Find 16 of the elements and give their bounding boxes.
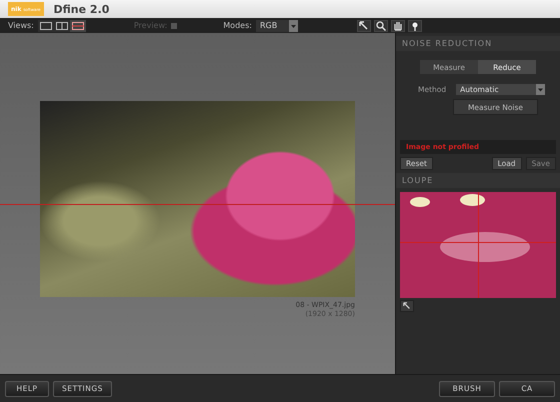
pointer-icon[interactable] (357, 20, 372, 32)
panel-header: LOUPE (396, 173, 560, 188)
view-button[interactable] (38, 20, 54, 32)
hand-icon[interactable] (391, 20, 406, 32)
mode-dropdown[interactable]: RGB (256, 20, 298, 32)
window-title: Dfine 2.0 (54, 2, 110, 16)
modes-label: Modes: (223, 21, 252, 30)
views-label: Views: (8, 21, 34, 30)
pin-icon[interactable] (408, 20, 422, 32)
panel-header: NOISE REDUCTION (396, 36, 560, 51)
caret-icon[interactable] (536, 84, 546, 95)
view-button[interactable] (54, 20, 70, 32)
pointer-icon[interactable] (400, 300, 414, 312)
caret-icon[interactable] (289, 20, 298, 32)
view-button[interactable] (70, 20, 86, 32)
zoom-icon[interactable] (374, 20, 388, 32)
